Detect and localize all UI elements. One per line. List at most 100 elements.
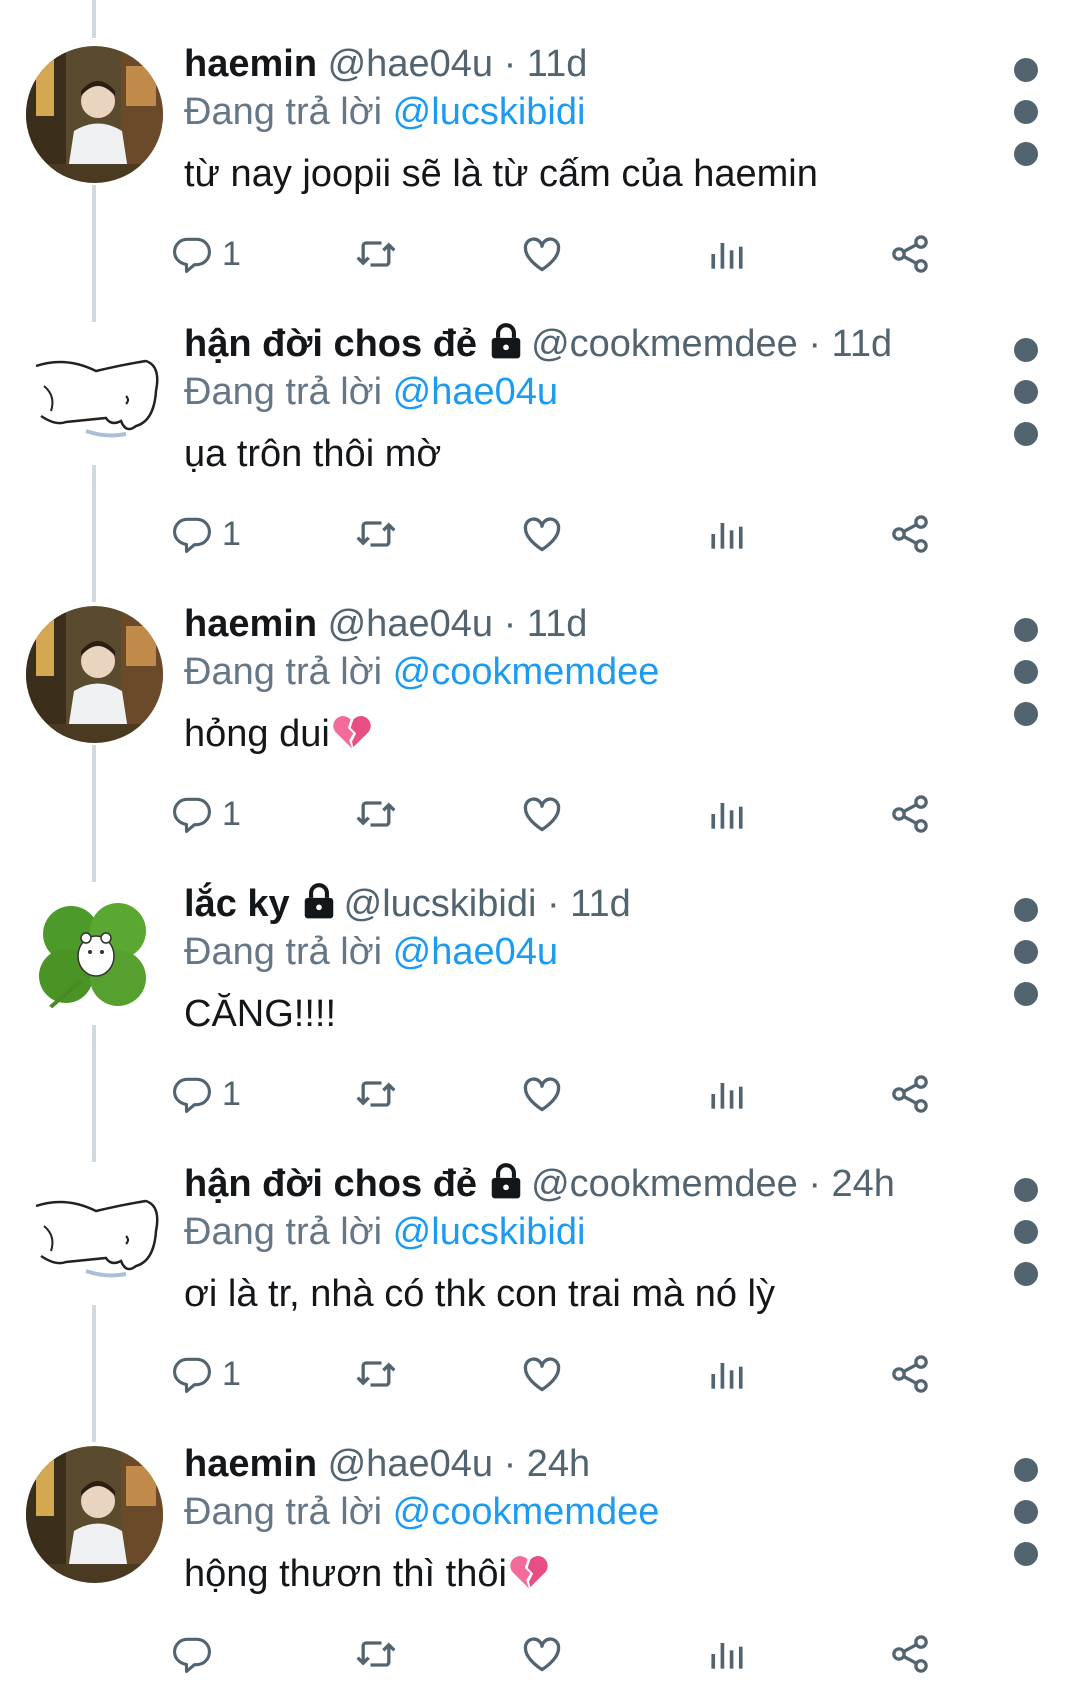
share-icon bbox=[888, 1632, 932, 1676]
username-handle[interactable]: @hae04u bbox=[328, 43, 493, 85]
mention-link[interactable]: @lucskibidi bbox=[393, 1211, 586, 1253]
share-button[interactable] bbox=[888, 508, 932, 560]
tweet-header: lắc ky @lucskibidi · 11d bbox=[184, 880, 631, 928]
display-name[interactable]: haemin bbox=[184, 603, 317, 645]
reply-button[interactable] bbox=[170, 1628, 214, 1680]
avatar[interactable] bbox=[26, 1166, 163, 1303]
share-button[interactable] bbox=[888, 1628, 932, 1680]
like-icon bbox=[520, 1072, 564, 1116]
avatar[interactable] bbox=[26, 1446, 163, 1583]
mention-link[interactable]: @hae04u bbox=[393, 931, 558, 973]
more-options-icon[interactable] bbox=[1008, 612, 1044, 726]
timestamp[interactable]: · 24h bbox=[504, 1443, 591, 1485]
mention-link[interactable]: @lucskibidi bbox=[393, 91, 586, 133]
more-options-icon[interactable] bbox=[1008, 52, 1044, 166]
replying-to-label: Đang trả lời bbox=[184, 1211, 393, 1253]
avatar[interactable] bbox=[26, 606, 163, 743]
views-button[interactable] bbox=[705, 788, 749, 840]
retweet-icon bbox=[354, 232, 398, 276]
replying-to: Đang trả lời @hae04u bbox=[184, 928, 558, 976]
retweet-icon bbox=[354, 1072, 398, 1116]
views-button[interactable] bbox=[705, 1348, 749, 1400]
tweet-item[interactable]: haemin @hae04u · 11d Đang trả lời @cookme… bbox=[0, 570, 1080, 850]
tweet-actions: 1 bbox=[173, 1348, 1044, 1400]
tweet-item[interactable]: haemin @hae04u · 24h Đang trả lời @cookme… bbox=[0, 1410, 1080, 1690]
avatar[interactable] bbox=[26, 46, 163, 183]
share-button[interactable] bbox=[888, 788, 932, 840]
username-handle[interactable]: @hae04u bbox=[328, 603, 493, 645]
display-name[interactable]: hận đời chos đẻ bbox=[184, 1163, 477, 1205]
username-handle[interactable]: @cookmemdee bbox=[531, 323, 798, 365]
like-button[interactable] bbox=[520, 1628, 564, 1680]
more-options-icon[interactable] bbox=[1008, 1452, 1044, 1566]
tweet-item[interactable]: lắc ky @lucskibidi · 11d Đang trả lời @hae… bbox=[0, 850, 1080, 1130]
broken-heart-emoji-icon bbox=[507, 1550, 551, 1594]
retweet-button[interactable] bbox=[354, 1628, 398, 1680]
like-button[interactable] bbox=[520, 1348, 564, 1400]
share-button[interactable] bbox=[888, 1348, 932, 1400]
timestamp[interactable]: · 11d bbox=[547, 883, 631, 925]
username-handle[interactable]: @lucskibidi bbox=[344, 883, 537, 925]
tweet-text: hỏng dui bbox=[184, 710, 374, 758]
reply-count: 1 bbox=[222, 234, 241, 273]
views-icon bbox=[705, 1632, 749, 1676]
username-handle[interactable]: @cookmemdee bbox=[531, 1163, 798, 1205]
views-icon bbox=[705, 1352, 749, 1396]
display-name[interactable]: lắc ky bbox=[184, 883, 290, 925]
views-button[interactable] bbox=[705, 228, 749, 280]
replying-to-label: Đang trả lời bbox=[184, 91, 393, 133]
reply-button[interactable]: 1 bbox=[170, 788, 241, 840]
timestamp[interactable]: · 24h bbox=[808, 1163, 895, 1205]
like-button[interactable] bbox=[520, 1068, 564, 1120]
reply-button[interactable]: 1 bbox=[170, 228, 241, 280]
reply-button[interactable]: 1 bbox=[170, 1348, 241, 1400]
mention-link[interactable]: @cookmemdee bbox=[393, 651, 660, 693]
display-name[interactable]: haemin bbox=[184, 1443, 317, 1485]
retweet-icon bbox=[354, 792, 398, 836]
reply-button[interactable]: 1 bbox=[170, 508, 241, 560]
replying-to-label: Đang trả lời bbox=[184, 1491, 393, 1533]
tweet-actions bbox=[173, 1628, 1044, 1680]
views-button[interactable] bbox=[705, 508, 749, 560]
like-button[interactable] bbox=[520, 228, 564, 280]
retweet-button[interactable] bbox=[354, 788, 398, 840]
more-options-icon[interactable] bbox=[1008, 1172, 1044, 1286]
share-button[interactable] bbox=[888, 1068, 932, 1120]
share-button[interactable] bbox=[888, 228, 932, 280]
tweet-item[interactable]: haemin @hae04u · 11d Đang trả lời @lucski… bbox=[0, 10, 1080, 290]
avatar[interactable] bbox=[26, 886, 163, 1023]
retweet-button[interactable] bbox=[354, 228, 398, 280]
retweet-button[interactable] bbox=[354, 508, 398, 560]
timestamp[interactable]: · 11d bbox=[808, 323, 892, 365]
display-name[interactable]: haemin bbox=[184, 43, 317, 85]
views-button[interactable] bbox=[705, 1068, 749, 1120]
retweet-button[interactable] bbox=[354, 1348, 398, 1400]
tweet-text-content: từ nay joopii sẽ là từ cấm của haemin bbox=[184, 153, 818, 195]
more-options-icon[interactable] bbox=[1008, 332, 1044, 446]
mention-link[interactable]: @cookmemdee bbox=[393, 1491, 660, 1533]
replying-to-label: Đang trả lời bbox=[184, 371, 393, 413]
reply-count: 1 bbox=[222, 514, 241, 553]
tweet-item[interactable]: hận đời chos đẻ @cookmemdee · 24h Đang trả… bbox=[0, 1130, 1080, 1410]
username-handle[interactable]: @hae04u bbox=[328, 1443, 493, 1485]
like-button[interactable] bbox=[520, 788, 564, 840]
share-icon bbox=[888, 512, 932, 556]
timestamp[interactable]: · 11d bbox=[504, 603, 588, 645]
share-icon bbox=[888, 232, 932, 276]
retweet-button[interactable] bbox=[354, 1068, 398, 1120]
display-name[interactable]: hận đời chos đẻ bbox=[184, 323, 477, 365]
reply-count: 1 bbox=[222, 1354, 241, 1393]
tweet-text-content: hộng thươn thì thôi bbox=[184, 1553, 507, 1595]
timestamp[interactable]: · 11d bbox=[504, 43, 588, 85]
tweet-header: haemin @hae04u · 11d bbox=[184, 600, 587, 648]
reply-button[interactable]: 1 bbox=[170, 1068, 241, 1120]
lock-icon bbox=[487, 322, 525, 360]
reply-icon bbox=[170, 1072, 214, 1116]
avatar[interactable] bbox=[26, 326, 163, 463]
more-options-icon[interactable] bbox=[1008, 892, 1044, 1006]
tweet-item[interactable]: hận đời chos đẻ @cookmemdee · 11d Đang trả… bbox=[0, 290, 1080, 570]
retweet-icon bbox=[354, 512, 398, 556]
like-button[interactable] bbox=[520, 508, 564, 560]
mention-link[interactable]: @hae04u bbox=[393, 371, 558, 413]
views-button[interactable] bbox=[705, 1628, 749, 1680]
